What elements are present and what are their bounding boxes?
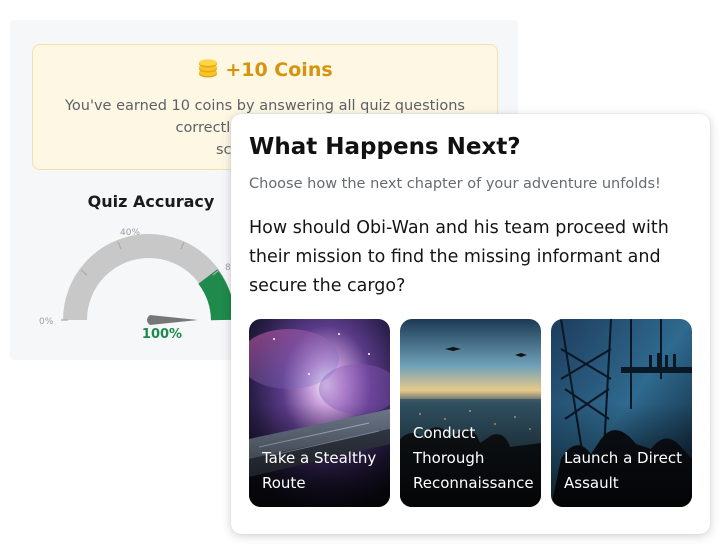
choice-label: Take a Stealthy Route [262,449,377,492]
choice-label: Launch a Direct Assault [564,449,682,492]
coins-reward-amount: +10 Coins [225,59,333,81]
story-question: How should Obi-Wan and his team proceed … [249,218,669,296]
coins-reward-title: +10 Coins [33,59,497,84]
gauge-needle [147,315,198,325]
coin-stack-icon [197,59,219,84]
choice-direct-assault[interactable]: Launch a Direct Assault [551,319,692,507]
choice-stealthy-route[interactable]: Take a Stealthy Route [249,319,390,507]
gauge-label-0: 0% [39,317,54,327]
gauge-label-40: 40% [120,228,140,238]
next-chapter-dialog: What Happens Next? Choose how the next c… [231,114,710,534]
gauge-value: 100% [141,327,183,342]
dialog-subtitle: Choose how the next chapter of your adve… [249,176,661,192]
choice-label: Conduct Thorough Reconnaissance [413,424,534,492]
gauge-fill [198,269,235,321]
quiz-accuracy-title: Quiz Accuracy [87,192,215,211]
choice-options: Take a Stealthy Route Conduct Thorough R… [249,319,692,507]
dialog-title: What Happens Next? [249,134,521,160]
choice-reconnaissance[interactable]: Conduct Thorough Reconnaissance [400,319,541,507]
